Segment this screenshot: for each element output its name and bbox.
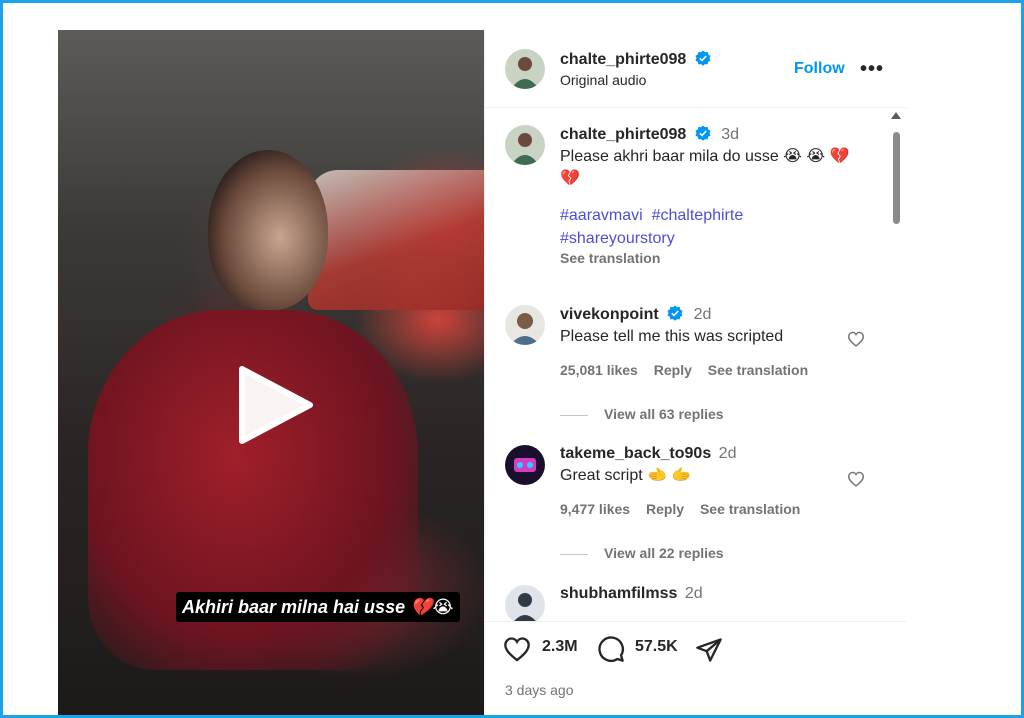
commenter-avatar[interactable] bbox=[505, 445, 545, 485]
play-icon[interactable] bbox=[236, 365, 316, 445]
scrollbar-thumb[interactable] bbox=[893, 132, 900, 224]
heart-icon[interactable] bbox=[503, 636, 531, 662]
comment-likes[interactable]: 9,477 likes bbox=[560, 501, 630, 517]
reply-button[interactable]: Reply bbox=[654, 362, 692, 378]
follow-button[interactable]: Follow bbox=[794, 60, 845, 78]
verified-badge-icon bbox=[667, 305, 683, 321]
comment-text: Great script 🫲 🫱 bbox=[560, 467, 692, 484]
commenter-username[interactable]: shubhamfilmss bbox=[560, 585, 677, 602]
comment-text: Please tell me this was scripted bbox=[560, 328, 784, 345]
view-replies-button[interactable]: View all 22 replies bbox=[560, 545, 724, 561]
comments-count[interactable]: 57.5K bbox=[635, 638, 678, 656]
post-header: chalte_phirte098 Original audio Follow •… bbox=[485, 30, 907, 108]
post-date: 3 days ago bbox=[505, 682, 574, 698]
replies-divider bbox=[560, 553, 588, 555]
hashtag-link[interactable]: #chaltephirte bbox=[652, 207, 744, 224]
audio-subtitle[interactable]: Original audio bbox=[560, 72, 711, 88]
replies-divider bbox=[560, 414, 588, 416]
caption-text-line2: 💔 bbox=[560, 170, 580, 187]
comment-meta: 9,477 likes Reply See translation bbox=[560, 501, 860, 517]
likes-count[interactable]: 2.3M bbox=[542, 638, 578, 656]
commenter-avatar[interactable] bbox=[505, 305, 545, 345]
comment-icon[interactable] bbox=[597, 635, 625, 663]
see-translation-button[interactable]: See translation bbox=[708, 362, 808, 378]
like-comment-heart-icon[interactable] bbox=[847, 331, 865, 347]
share-icon[interactable] bbox=[695, 636, 723, 664]
view-replies-label[interactable]: View all 63 replies bbox=[604, 406, 724, 422]
caption-time: 3d bbox=[721, 126, 739, 143]
see-translation-button[interactable]: See translation bbox=[700, 501, 800, 517]
commenter-username[interactable]: takeme_back_to90s bbox=[560, 445, 711, 462]
hashtags: #aaravmavi #chaltephirte #shareyourstory bbox=[560, 204, 860, 250]
comment-time: 2d bbox=[693, 306, 712, 323]
post-actions: 2.3M 57.5K 3 days ago bbox=[485, 621, 907, 718]
hashtag-link[interactable]: #aaravmavi bbox=[560, 207, 643, 224]
verified-badge-icon bbox=[695, 50, 711, 66]
view-replies-button[interactable]: View all 63 replies bbox=[560, 406, 724, 422]
like-comment-heart-icon[interactable] bbox=[847, 471, 865, 487]
scroll-up-arrow-icon[interactable] bbox=[891, 112, 901, 119]
comment-time: 2d bbox=[718, 445, 737, 462]
commenter-avatar[interactable] bbox=[505, 585, 545, 621]
reply-button[interactable]: Reply bbox=[646, 501, 684, 517]
author-username[interactable]: chalte_phirte098 bbox=[560, 51, 686, 68]
caption-author[interactable]: chalte_phirte098 bbox=[560, 126, 686, 143]
post-panel: chalte_phirte098 Original audio Follow •… bbox=[484, 30, 907, 718]
author-avatar[interactable] bbox=[505, 49, 545, 89]
comments-list[interactable]: chalte_phirte098 3d Please akhri baar mi… bbox=[485, 109, 907, 621]
blank-area bbox=[906, 594, 1024, 718]
commenter-username[interactable]: vivekonpoint bbox=[560, 306, 659, 323]
caption-text: Please akhri baar mila do usse 😭 😭 💔 bbox=[560, 148, 850, 165]
car-window bbox=[308, 170, 484, 310]
video-caption: Akhiri baar milna hai usse 💔😭 bbox=[176, 592, 460, 622]
more-options-button[interactable]: ••• bbox=[860, 58, 884, 81]
video-subject-head bbox=[208, 150, 328, 310]
comment-meta: 25,081 likes Reply See translation bbox=[560, 362, 860, 378]
verified-badge-icon bbox=[695, 125, 711, 141]
comment-time: 2d bbox=[684, 585, 703, 602]
hashtag-link[interactable]: #shareyourstory bbox=[560, 230, 675, 247]
comment-likes[interactable]: 25,081 likes bbox=[560, 362, 638, 378]
caption-author-avatar[interactable] bbox=[505, 125, 545, 165]
caption-see-translation[interactable]: See translation bbox=[560, 250, 860, 266]
view-replies-label[interactable]: View all 22 replies bbox=[604, 545, 724, 561]
comments-scrollbar[interactable] bbox=[889, 112, 903, 620]
video-player[interactable]: Akhiri baar milna hai usse 💔😭 bbox=[58, 30, 484, 718]
